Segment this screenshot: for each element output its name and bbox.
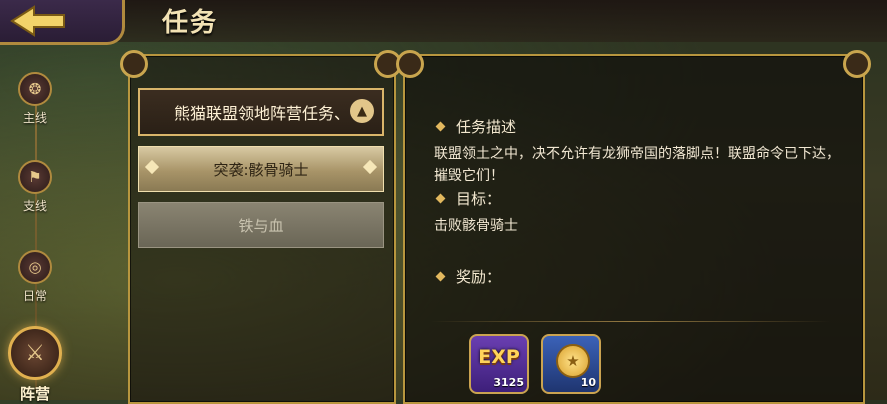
corner-ornament [396, 50, 424, 78]
description-section: 任务描述 联盟领土之中，决不允许有龙狮帝国的落脚点！联盟命令已下达，摧毁它们！ [434, 116, 844, 187]
nav-item-label: 支线 [22, 199, 47, 213]
description-title: 任务描述 [456, 118, 517, 136]
reward-coin[interactable]: ★ 10 [541, 334, 601, 394]
quest-group-title: 熊猫联盟领地阵营任务、 [174, 104, 351, 123]
objective-section: 目标： 击败骸骨骑士 [434, 188, 844, 237]
crossed-swords-icon: ⚔ [8, 326, 62, 380]
quest-item-label: 铁与血 [238, 216, 284, 235]
banner-icon: ⚑ [18, 160, 52, 194]
objective-title: 目标： [456, 190, 502, 208]
description-text: 联盟领土之中，决不允许有龙狮帝国的落脚点！联盟命令已下达，摧毁它们！ [434, 146, 840, 184]
quest-group-header[interactable]: 熊猫联盟领地阵营任务、 ▲ [138, 88, 384, 136]
page-title: 任务 [162, 8, 219, 38]
exp-icon: EXP [478, 346, 520, 368]
bullet-icon [435, 271, 446, 282]
diamond-icon [144, 159, 160, 175]
quest-list: 熊猫联盟领地阵营任务、 ▲ 突袭:骸骨骑士 铁与血 [138, 88, 384, 258]
nav-item-label: 主线 [22, 111, 47, 125]
nav-item-faction[interactable]: ⚔ 阵营 [0, 326, 70, 404]
diamond-icon [362, 159, 378, 175]
reward-exp[interactable]: EXP 3125 [469, 334, 529, 394]
reward-count: 3125 [493, 376, 524, 389]
reward-title: 奖励： [456, 268, 502, 286]
quest-item-label: 突袭:骸骨骑士 [213, 160, 309, 179]
quest-item-disabled[interactable]: 铁与血 [138, 202, 384, 248]
corner-ornament [120, 50, 148, 78]
corner-ornament [843, 50, 871, 78]
spiral-icon: ◎ [18, 250, 52, 284]
back-arrow-icon [10, 5, 65, 37]
bullet-icon [435, 193, 446, 204]
bullet-icon [435, 121, 446, 132]
objective-text: 击败骸骨骑士 [434, 218, 518, 234]
collapse-arrow-icon[interactable]: ▲ [350, 99, 374, 123]
reward-count: 10 [580, 376, 596, 389]
side-nav: ❂ 主线 ⚑ 支线 ◎ 日常 ⚔ 阵营 [0, 62, 70, 403]
back-button[interactable] [0, 0, 125, 45]
scroll-icon: ❂ [18, 72, 52, 106]
top-bar [0, 0, 887, 42]
quest-item-selected[interactable]: 突袭:骸骨骑士 [138, 146, 384, 192]
nav-item-side[interactable]: ⚑ 支线 [0, 160, 70, 214]
coin-medal-icon: ★ [556, 344, 590, 378]
reward-section: 奖励： [434, 266, 844, 287]
nav-item-label: 阵营 [19, 385, 50, 403]
nav-item-daily[interactable]: ◎ 日常 [0, 250, 70, 304]
nav-item-label: 日常 [22, 289, 47, 303]
divider [430, 321, 830, 322]
nav-item-main[interactable]: ❂ 主线 [0, 72, 70, 126]
